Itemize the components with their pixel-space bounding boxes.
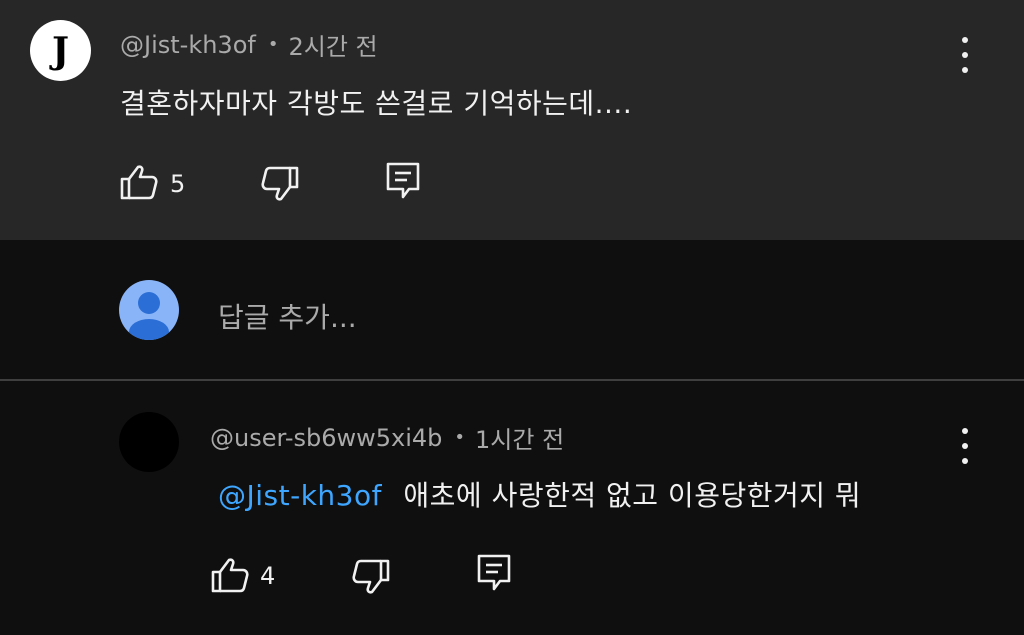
thumbs-down-icon[interactable]: [261, 166, 299, 202]
comment-meta: @Jist-kh3of • 2시간 전: [120, 27, 378, 62]
comment-text: 결혼하자마자 각방도 쓴걸로 기억하는데....: [120, 87, 633, 120]
thumbs-up-icon[interactable]: [120, 164, 158, 200]
reply-time: 1시간 전: [475, 426, 565, 454]
avatar-letter: J: [51, 29, 70, 72]
default-avatar-icon: [129, 292, 169, 340]
comment-author-avatar[interactable]: J: [30, 20, 91, 81]
reply-like-count: 4: [260, 562, 276, 590]
comment-time: 2시간 전: [288, 33, 378, 61]
more-vert-icon[interactable]: [959, 37, 971, 73]
mention-link[interactable]: @Jist-kh3of: [218, 479, 382, 512]
reply-meta: @user-sb6ww5xi4b • 1시간 전: [210, 420, 564, 455]
current-user-avatar[interactable]: [119, 280, 179, 340]
reply-author-avatar[interactable]: [119, 412, 179, 472]
thumbs-up-icon[interactable]: [211, 557, 249, 593]
divider: [0, 379, 1024, 381]
add-reply-input[interactable]: 답글 추가...: [218, 296, 357, 336]
reply-icon[interactable]: [477, 554, 511, 592]
thumbs-down-icon[interactable]: [352, 559, 390, 595]
meta-separator: •: [454, 427, 466, 448]
reply-text-line: @Jist-kh3of 애초에 사랑한적 없고 이용당한거지 뭐: [218, 474, 861, 514]
like-count: 5: [170, 170, 186, 198]
comment-author[interactable]: @Jist-kh3of: [120, 31, 256, 59]
meta-separator: •: [267, 34, 279, 55]
reply-text: 애초에 사랑한적 없고 이용당한거지 뭐: [403, 479, 862, 512]
reply-author[interactable]: @user-sb6ww5xi4b: [210, 424, 442, 452]
highlighted-comment: J @Jist-kh3of • 2시간 전 결혼하자마자 각방도 쓴걸로 기억하…: [0, 0, 1024, 240]
reply-icon[interactable]: [386, 162, 420, 200]
more-vert-icon[interactable]: [959, 428, 971, 464]
